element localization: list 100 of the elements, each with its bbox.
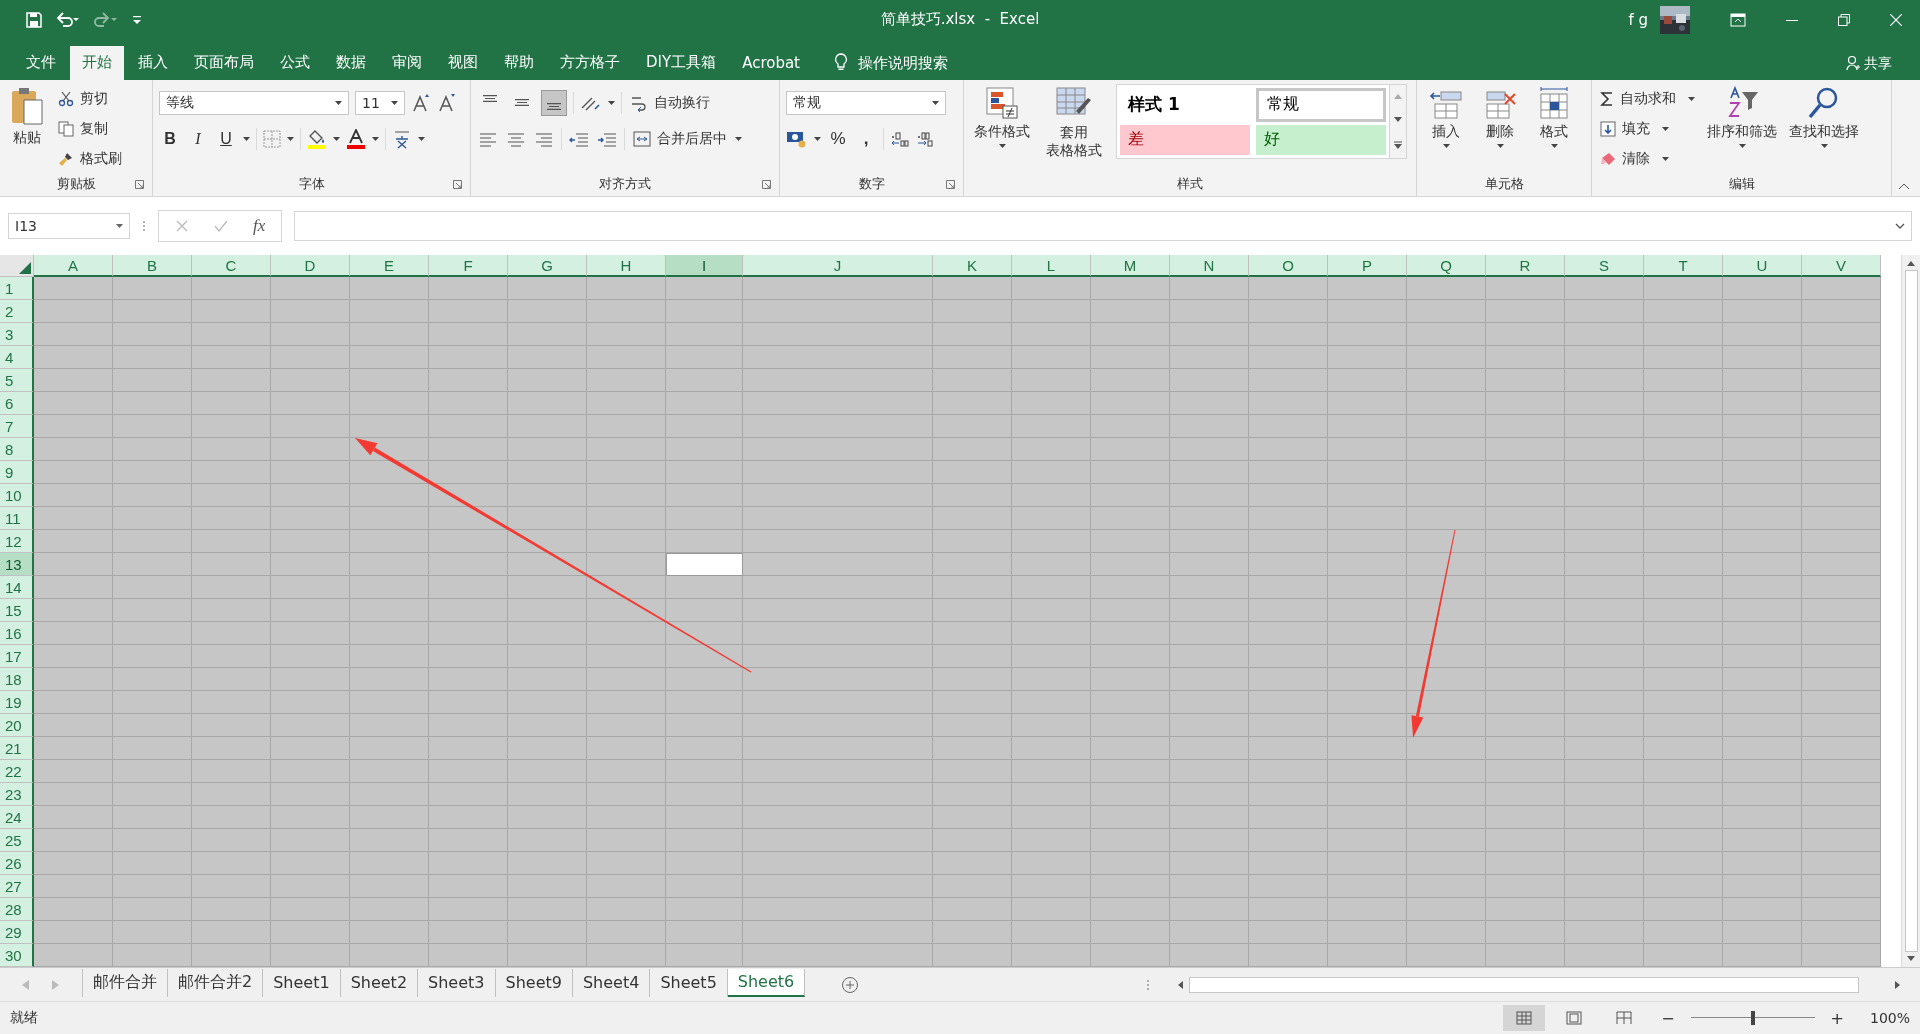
ribbon-tab[interactable]: DIY工具箱: [634, 45, 729, 80]
dialog-launcher-icon[interactable]: [946, 180, 955, 190]
tell-me-search[interactable]: 操作说明搜索: [858, 45, 948, 80]
ribbon-tab[interactable]: Acrobat: [730, 45, 812, 80]
row-header[interactable]: 21: [0, 737, 34, 761]
sheet-tab[interactable]: 邮件合并2: [168, 968, 264, 997]
cell-style[interactable]: 常规: [1256, 87, 1386, 122]
column-header[interactable]: A: [34, 255, 113, 278]
increase-indent-icon[interactable]: [596, 130, 618, 147]
ribbon-tab[interactable]: 页面布局: [182, 45, 266, 80]
sheet-tab[interactable]: Sheet9: [495, 968, 573, 997]
row-header[interactable]: 29: [0, 921, 34, 945]
currency-icon[interactable]: [786, 129, 808, 148]
expand-icon[interactable]: [1895, 223, 1905, 230]
column-header[interactable]: M: [1091, 255, 1170, 278]
sheet-tab[interactable]: Sheet3: [418, 968, 496, 997]
ribbon-tab[interactable]: 插入: [126, 45, 180, 80]
fill-color-icon[interactable]: [307, 128, 327, 149]
insert-cells-button[interactable]: 插入: [1423, 83, 1469, 150]
phonetic-guide-icon[interactable]: [392, 128, 412, 149]
dropdown-arrow-icon[interactable]: [372, 136, 379, 141]
user-name[interactable]: f g: [1628, 10, 1648, 29]
row-header[interactable]: 11: [0, 507, 34, 531]
more-options-icon[interactable]: [1146, 978, 1150, 991]
ribbon-tab[interactable]: 开始: [70, 45, 124, 80]
dialog-launcher-icon[interactable]: [135, 180, 144, 190]
sort-filter-button[interactable]: 排序和筛选: [1705, 83, 1779, 150]
insert-function-button[interactable]: fx: [253, 216, 266, 237]
dropdown-arrow-icon[interactable]: [735, 136, 742, 141]
percent-button[interactable]: %: [827, 126, 849, 151]
cell-style[interactable]: 样式 1: [1120, 87, 1250, 122]
formula-input-field[interactable]: [294, 211, 1912, 242]
grow-font-icon[interactable]: [411, 92, 431, 113]
copy-button[interactable]: 复制: [56, 115, 124, 142]
row-header[interactable]: 13: [0, 553, 34, 577]
dialog-launcher-icon[interactable]: [453, 180, 462, 190]
delete-cells-button[interactable]: 删除: [1477, 83, 1523, 150]
column-header[interactable]: J: [743, 255, 933, 278]
scroll-down-icon[interactable]: [1907, 956, 1915, 962]
format-painter-button[interactable]: 格式刷: [56, 145, 124, 172]
share-button[interactable]: 共享: [1860, 45, 1920, 80]
column-header[interactable]: B: [113, 255, 192, 278]
row-header[interactable]: 28: [0, 898, 34, 922]
column-header[interactable]: F: [429, 255, 508, 278]
sheet-tab[interactable]: Sheet5: [650, 968, 728, 997]
column-header[interactable]: N: [1170, 255, 1249, 278]
merge-center-button[interactable]: 合并后居中: [631, 125, 729, 152]
horizontal-align-icon[interactable]: [505, 130, 527, 147]
row-header[interactable]: 5: [0, 369, 34, 393]
row-header[interactable]: 8: [0, 438, 34, 462]
row-header[interactable]: 22: [0, 760, 34, 784]
lightbulb-icon[interactable]: [834, 52, 848, 71]
increase-decimal-icon[interactable]: [890, 129, 910, 148]
next-sheet-icon[interactable]: [52, 979, 60, 990]
scroll-left-icon[interactable]: [1178, 980, 1183, 989]
wrap-text-button[interactable]: 自动换行: [628, 89, 712, 116]
autosum-button[interactable]: 自动求和: [1598, 85, 1697, 112]
row-header[interactable]: 27: [0, 875, 34, 899]
more-options-icon[interactable]: [142, 220, 146, 233]
sheet-tab[interactable]: Sheet6: [727, 968, 806, 997]
row-header[interactable]: 12: [0, 530, 34, 554]
row-header[interactable]: 30: [0, 944, 34, 968]
row-header[interactable]: 16: [0, 622, 34, 646]
ribbon-display-icon[interactable]: [1730, 12, 1746, 27]
customize-icon[interactable]: [132, 13, 142, 26]
format-cells-button[interactable]: 格式: [1531, 83, 1577, 150]
row-header[interactable]: 6: [0, 392, 34, 416]
ribbon-tab[interactable]: 公式: [268, 45, 322, 80]
find-select-button[interactable]: 查找和选择: [1787, 83, 1861, 150]
dialog-launcher-icon[interactable]: [762, 180, 771, 190]
number-format-field[interactable]: 常规: [786, 90, 946, 115]
zoom-in-button[interactable]: +: [1822, 1008, 1852, 1028]
row-header[interactable]: 25: [0, 829, 34, 853]
collapse-ribbon-icon[interactable]: [1898, 183, 1910, 191]
dropdown-arrow-icon[interactable]: [814, 136, 821, 141]
row-header[interactable]: 19: [0, 691, 34, 715]
column-header[interactable]: Q: [1407, 255, 1486, 278]
sheet-tab[interactable]: 邮件合并: [82, 968, 168, 997]
row-header[interactable]: 15: [0, 599, 34, 623]
paste-button[interactable]: 粘贴: [6, 83, 48, 149]
column-header[interactable]: U: [1723, 255, 1802, 278]
column-header[interactable]: H: [587, 255, 666, 278]
ribbon-tab[interactable]: 视图: [436, 45, 490, 80]
format-as-table-button[interactable]: 套用 表格格式: [1042, 83, 1106, 161]
column-header[interactable]: S: [1565, 255, 1644, 278]
ribbon-tab[interactable]: 方方格子: [548, 45, 632, 80]
scroll-up-icon[interactable]: [1907, 261, 1915, 267]
undo-icon[interactable]: [56, 11, 80, 28]
fill-button[interactable]: 填充: [1598, 115, 1697, 142]
decrease-indent-icon[interactable]: [568, 130, 590, 147]
cut-button[interactable]: 剪切: [56, 85, 124, 112]
column-header[interactable]: L: [1012, 255, 1091, 278]
decrease-decimal-icon[interactable]: [916, 129, 936, 148]
ribbon-tab[interactable]: 帮助: [492, 45, 546, 80]
column-header[interactable]: R: [1486, 255, 1565, 278]
column-header[interactable]: O: [1249, 255, 1328, 278]
row-header[interactable]: 18: [0, 668, 34, 692]
dropdown-arrow-icon[interactable]: [243, 136, 250, 141]
zoom-out-button[interactable]: −: [1653, 1008, 1683, 1028]
add-sheet-icon[interactable]: [841, 975, 860, 994]
